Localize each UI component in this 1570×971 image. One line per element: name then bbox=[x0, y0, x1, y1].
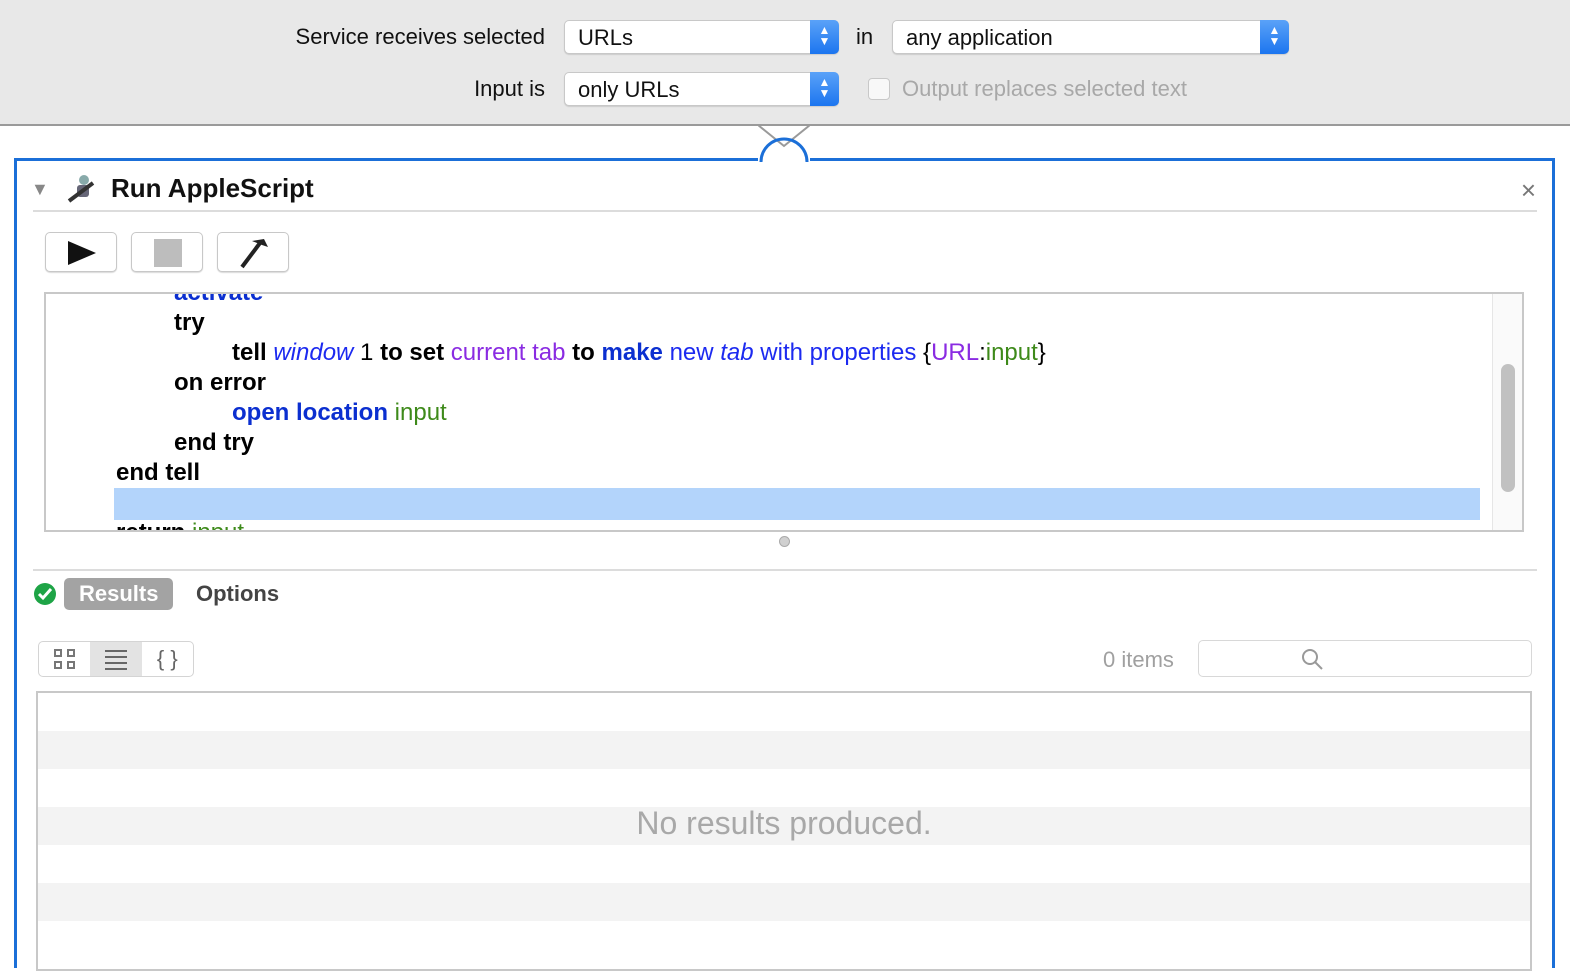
code-token: } bbox=[1037, 339, 1046, 366]
code-line: tell window 1 to set current tab to make… bbox=[232, 338, 1046, 368]
action-title: Run AppleScript bbox=[111, 173, 314, 203]
results-table: No results produced. bbox=[36, 691, 1532, 971]
items-count: 0 items bbox=[1103, 647, 1174, 672]
code-token: new bbox=[669, 339, 721, 366]
divider bbox=[33, 569, 1537, 571]
receives-popup[interactable]: URLs ▲ ▼ bbox=[564, 20, 839, 54]
run-applescript-action: ▼ Run AppleScript × activate try tell wind… bbox=[14, 158, 1555, 971]
stop-button[interactable] bbox=[131, 232, 203, 272]
stop-icon bbox=[154, 239, 182, 267]
tab-options[interactable]: Options bbox=[196, 581, 279, 607]
code-token: input bbox=[192, 519, 244, 530]
code-token: tell bbox=[232, 339, 274, 366]
code-token: : bbox=[979, 339, 986, 366]
code-token: make bbox=[601, 339, 670, 366]
receives-label: Service receives selected bbox=[295, 24, 545, 49]
code-token: input bbox=[394, 399, 447, 426]
close-icon[interactable]: × bbox=[1521, 175, 1536, 206]
list-view-button[interactable] bbox=[90, 642, 142, 676]
code-token: try bbox=[174, 309, 205, 336]
code-token: { bbox=[923, 339, 932, 366]
code-token: tab bbox=[720, 339, 754, 366]
code-line: try bbox=[174, 308, 205, 338]
code-line: end try bbox=[174, 428, 254, 458]
input-label: Input is bbox=[474, 76, 545, 101]
json-view-button[interactable]: { } bbox=[142, 642, 193, 676]
chevron-updown-icon: ▲ ▼ bbox=[810, 72, 839, 106]
code-line: activate bbox=[174, 292, 264, 308]
chevron-updown-icon: ▲ ▼ bbox=[810, 20, 839, 54]
view-mode-control: { } bbox=[38, 641, 194, 677]
application-popup[interactable]: any application ▲ ▼ bbox=[892, 20, 1289, 54]
code-token: input bbox=[985, 339, 1038, 366]
code-token: to bbox=[572, 339, 602, 366]
output-replaces-checkbox[interactable] bbox=[868, 78, 890, 100]
code-line: end tell bbox=[116, 458, 200, 488]
run-button[interactable] bbox=[45, 232, 117, 272]
resize-handle[interactable] bbox=[779, 536, 790, 547]
code-token: 1 bbox=[353, 339, 381, 366]
compile-button[interactable] bbox=[217, 232, 289, 272]
code-token: with properties bbox=[753, 339, 924, 366]
selected-line bbox=[114, 488, 1480, 520]
code-line: on error bbox=[174, 368, 266, 398]
scrollbar-thumb[interactable] bbox=[1501, 364, 1515, 492]
service-settings-bar: Service receives selected URLs ▲ ▼ in any … bbox=[0, 0, 1570, 126]
hammer-icon bbox=[240, 239, 268, 269]
in-label: in bbox=[856, 24, 874, 49]
tab-results[interactable]: Results bbox=[64, 578, 174, 610]
code-token: to set bbox=[380, 339, 451, 366]
list-icon bbox=[104, 650, 127, 670]
connector-notch bbox=[758, 124, 810, 164]
divider bbox=[33, 210, 1537, 212]
code-token: end tell bbox=[116, 459, 201, 486]
input-popup[interactable]: only URLs ▲ ▼ bbox=[564, 72, 839, 106]
chevron-updown-icon: ▲ ▼ bbox=[1260, 20, 1289, 54]
code-token: return bbox=[116, 519, 192, 530]
grid-icon bbox=[53, 649, 75, 669]
input-value: only URLs bbox=[578, 77, 680, 102]
code-token: URL bbox=[931, 339, 980, 366]
success-check-icon bbox=[34, 583, 56, 605]
table-row bbox=[38, 731, 1530, 769]
code-token: on error bbox=[174, 369, 267, 396]
automator-robot-icon bbox=[67, 175, 95, 203]
script-editor[interactable]: activate try tell window 1 to set current … bbox=[44, 292, 1524, 532]
receives-value: URLs bbox=[578, 25, 634, 50]
output-replaces-label: Output replaces selected text bbox=[902, 76, 1187, 101]
empty-results-message: No results produced. bbox=[636, 805, 932, 841]
code-line: return input bbox=[116, 518, 244, 530]
play-icon bbox=[68, 241, 96, 265]
code-token: current tab bbox=[450, 339, 573, 366]
application-value: any application bbox=[906, 25, 1053, 50]
icon-view-button[interactable] bbox=[39, 642, 90, 676]
table-row bbox=[38, 883, 1530, 921]
search-icon bbox=[1302, 649, 1323, 670]
code-token: window bbox=[273, 339, 354, 366]
vertical-scrollbar[interactable] bbox=[1492, 294, 1522, 530]
code-token: end try bbox=[174, 429, 255, 456]
code-token: activate bbox=[174, 292, 264, 306]
results-search-field[interactable] bbox=[1198, 640, 1532, 677]
code-line: open location input bbox=[232, 398, 447, 428]
code-token: open location bbox=[232, 399, 395, 426]
disclosure-triangle-icon[interactable]: ▼ bbox=[31, 179, 49, 200]
